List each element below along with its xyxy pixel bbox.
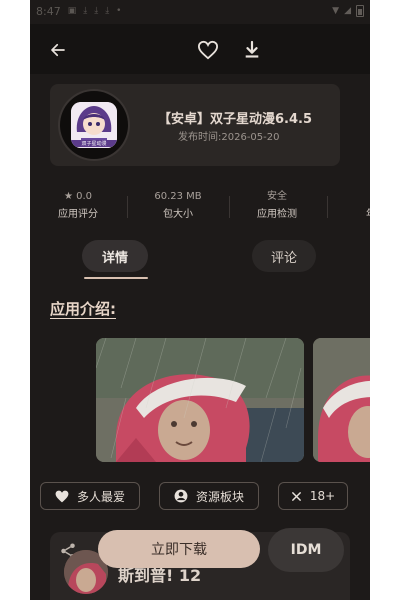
chip-label: 资源板块: [195, 489, 244, 504]
status-bar: 8:47 ▣ ⤓ ⤓ ⤓ • ▼ ◢: [30, 0, 370, 22]
download-icon: ⤓: [105, 6, 110, 16]
stats-row: ★ 0.0 应用评分 60.23 MB 包大小 安全 应用检测 1 年龄: [30, 190, 370, 226]
download-icon: ⤓: [94, 6, 99, 16]
download-icon: [245, 40, 259, 58]
screenshot-image[interactable]: [313, 338, 370, 462]
stat-security: 安全 应用检测: [257, 191, 297, 220]
stat-rating: ★ 0.0 应用评分: [58, 191, 98, 220]
divider: [229, 196, 230, 218]
screenshot-image[interactable]: [96, 338, 304, 462]
battery-icon: [356, 5, 364, 17]
app-info-card: 双子星动漫 【安卓】双子星动漫6.4.5 发布时间:2026-05-20: [50, 84, 340, 166]
app-screen: 8:47 ▣ ⤓ ⤓ ⤓ • ▼ ◢ 双子星动漫 【安卓】双子星动漫6.4.5 …: [30, 0, 370, 600]
chip-most-loved[interactable]: 多人最爱: [40, 482, 140, 510]
user-circle-icon: [174, 489, 188, 503]
tab-comment[interactable]: 评论: [252, 240, 316, 272]
active-tab-indicator: [84, 277, 148, 279]
divider: [127, 196, 128, 218]
app-title: 【安卓】双子星动漫6.4.5: [158, 112, 313, 127]
app-icon: 双子星动漫: [60, 91, 128, 159]
status-time: 8:47: [36, 4, 61, 18]
app-logo-caption: 双子星动漫: [71, 140, 117, 147]
publish-date: 发布时间:2026-05-20: [178, 132, 280, 143]
stat-age: 1 年龄: [336, 190, 370, 222]
back-arrow-icon: [51, 43, 65, 57]
heart-icon: [55, 490, 69, 502]
download-button[interactable]: [240, 38, 264, 62]
wifi-icon: ▼: [332, 6, 340, 16]
download-now-button[interactable]: 立即下载: [98, 530, 260, 568]
heart-icon: [197, 40, 219, 60]
intro-heading: 应用介绍:: [50, 300, 116, 318]
screenshot-scene: [96, 338, 304, 462]
close-icon: [291, 491, 301, 501]
favorite-button[interactable]: [196, 38, 220, 62]
tab-detail[interactable]: 详情: [82, 240, 148, 272]
chip-label: 多人最爱: [76, 489, 125, 504]
gallery-icon: ▣: [67, 6, 77, 16]
download-icon: ⤓: [83, 6, 88, 16]
signal-icon: ◢: [344, 6, 351, 16]
divider: [327, 196, 328, 218]
top-app-bar: [30, 24, 370, 74]
stat-size: 60.23 MB 包大小: [154, 191, 202, 220]
chip-resource-board[interactable]: 资源板块: [159, 482, 259, 510]
idm-button[interactable]: IDM: [268, 528, 344, 572]
chip-age-rating[interactable]: 18+: [278, 482, 348, 510]
back-button[interactable]: [46, 38, 70, 62]
screenshot-scene: [313, 338, 370, 462]
chip-label: 18+: [309, 489, 336, 503]
dot-icon: •: [116, 6, 122, 16]
